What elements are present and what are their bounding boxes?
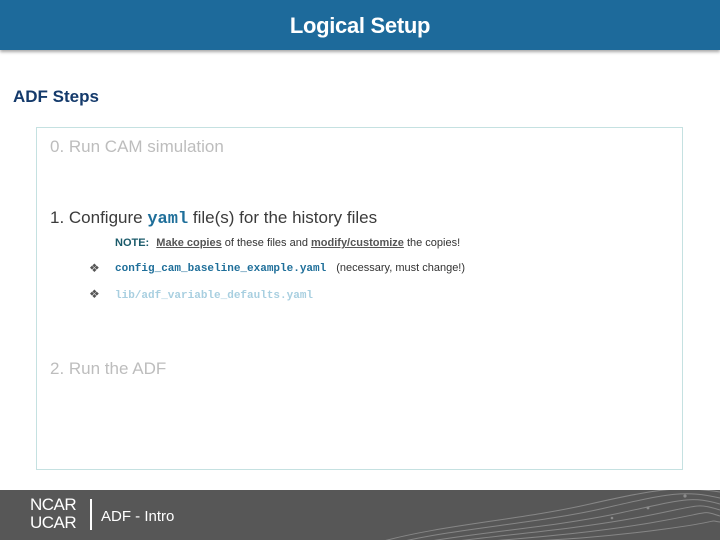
note-text-1: of these files and	[221, 237, 311, 249]
section-title: ADF Steps	[13, 87, 99, 106]
logo-ncar: NCAR	[30, 495, 77, 514]
step-1: 1. Configure yaml file(s) for the histor…	[50, 208, 377, 229]
ncar-ucar-logo: NCAR UCAR	[30, 495, 77, 532]
slide-title: Logical Setup	[289, 13, 431, 38]
file-item-1: config_cam_baseline_example.yaml (necessa…	[115, 262, 465, 275]
header-bar: Logical Setup	[0, 0, 720, 50]
step-0: 0. Run CAM simulation	[50, 137, 224, 156]
step-1-suffix: file(s) for the history files	[188, 208, 378, 227]
step-1-prefix: 1. Configure	[50, 208, 148, 227]
footer-divider	[90, 499, 92, 530]
file-name-2: lib/adf_variable_defaults.yaml	[115, 290, 314, 302]
decorative-lines	[385, 490, 720, 540]
bullet-icon: ❖	[89, 261, 100, 275]
note-label: NOTE:	[115, 237, 150, 249]
note-line: NOTE: Make copies of these files and mod…	[115, 237, 460, 249]
step-2: 2. Run the ADF	[50, 359, 167, 378]
file-item-2: lib/adf_variable_defaults.yaml	[115, 289, 323, 302]
bullet-icon: ❖	[89, 287, 100, 301]
file-name-1: config_cam_baseline_example.yaml	[115, 263, 327, 275]
footer-text: ADF - Intro	[101, 508, 175, 525]
logo-ucar: UCAR	[30, 513, 77, 532]
note-modify: modify/customize	[311, 237, 404, 249]
note-make-copies: Make copies	[156, 237, 222, 249]
step-1-code: yaml	[147, 210, 189, 229]
note-text-2: the copies!	[403, 237, 461, 249]
file-comment-1: (necessary, must change!)	[336, 262, 466, 274]
